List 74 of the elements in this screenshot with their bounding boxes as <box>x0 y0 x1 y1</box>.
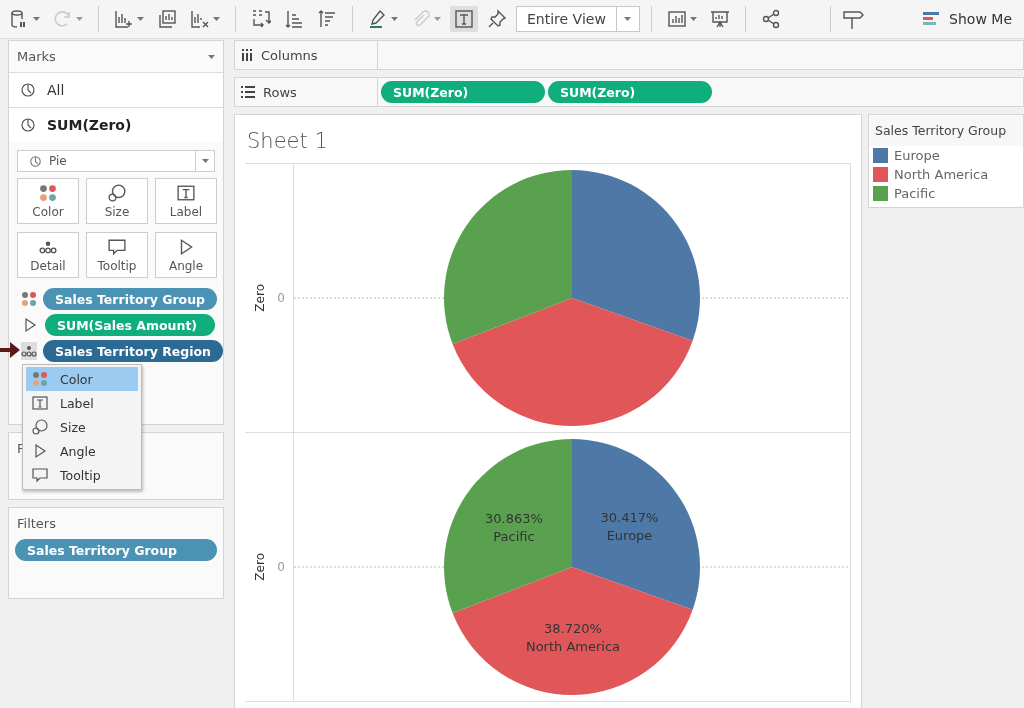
fit-dropdown[interactable]: Entire View <box>516 6 640 32</box>
sheet-title: Sheet 1 <box>246 128 329 155</box>
mark-property-button[interactable]: Tooltip <box>86 232 148 278</box>
chart-copy-icon[interactable] <box>157 9 177 29</box>
shelf-label: Rows <box>263 84 297 100</box>
slice-category-label: Pacific <box>493 529 535 545</box>
legend-label: Europe <box>894 148 940 163</box>
detail-dots-icon <box>21 343 37 359</box>
legend-label: Pacific <box>894 186 936 201</box>
mark-property-button[interactable]: Label <box>155 178 217 224</box>
caret-icon[interactable] <box>624 17 632 21</box>
mark-property-button[interactable]: Color <box>17 178 79 224</box>
color-dots-icon <box>21 291 37 307</box>
menu-item[interactable]: Tooltip <box>26 463 138 487</box>
triangle-outline-icon <box>32 443 48 459</box>
chart-icon[interactable] <box>666 9 687 29</box>
slice-category-label: North America <box>525 639 621 655</box>
shelf-icon-slot[interactable] <box>21 342 37 360</box>
color-dots-icon <box>32 371 48 387</box>
pin-icon[interactable] <box>487 9 507 29</box>
speech-bubble-icon <box>32 467 48 483</box>
signpost-icon[interactable] <box>841 8 864 30</box>
text-box-icon[interactable] <box>454 9 474 29</box>
axis-title: Zero <box>253 553 268 581</box>
sort-ascending-icon[interactable] <box>284 9 304 29</box>
mark-property-button[interactable]: Detail <box>17 232 79 278</box>
columns-icon <box>241 49 253 61</box>
legend-label: North America <box>894 167 989 182</box>
menu-item[interactable]: Angle <box>26 439 138 463</box>
mark-property-button[interactable]: Size <box>86 178 148 224</box>
marks-layer[interactable]: SUM(Zero) <box>9 107 223 142</box>
slice-value-label: 30.863% <box>485 511 543 527</box>
chart-plus-icon[interactable] <box>114 9 134 29</box>
field-pill[interactable]: Sales Territory Region <box>43 340 223 362</box>
legend-title: Sales Territory Group <box>869 115 1023 146</box>
presentation-icon[interactable] <box>709 9 730 29</box>
menu-item[interactable]: Size <box>26 415 138 439</box>
mark-property-button[interactable]: Angle <box>155 232 217 278</box>
shelf-icon-slot[interactable] <box>21 290 37 308</box>
card-title: Marks <box>17 49 56 64</box>
axis-tick-label: 0 <box>277 560 285 574</box>
caret-icon[interactable] <box>33 17 40 21</box>
bar-chart-icon <box>923 11 942 27</box>
marks-layer[interactable]: All <box>9 72 223 107</box>
caret-icon[interactable] <box>213 17 220 21</box>
slice-category-label: Europe <box>606 528 653 544</box>
size-circles-icon <box>32 419 48 435</box>
caret-icon[interactable] <box>689 17 697 21</box>
axis-tick-label: 0 <box>277 291 285 305</box>
sort-descending-icon[interactable] <box>317 9 337 29</box>
menu-item[interactable]: Label <box>26 391 138 415</box>
text-box-icon <box>32 395 48 411</box>
arrow-icon <box>0 341 20 359</box>
axis-title: Zero <box>253 284 268 312</box>
slice-value-label: 38.720% <box>544 621 602 637</box>
swap-icon[interactable] <box>251 9 271 29</box>
caret-icon[interactable] <box>201 159 209 163</box>
rows-icon <box>241 86 255 98</box>
menu-item[interactable]: Color <box>26 367 138 391</box>
mark-type-dropdown[interactable]: Pie <box>17 150 215 172</box>
card-title: Filters <box>17 516 56 531</box>
caret-icon[interactable] <box>137 17 144 21</box>
share-icon[interactable] <box>760 9 781 29</box>
show-me-button[interactable]: Show Me <box>917 9 1018 29</box>
chart-clear-icon[interactable] <box>190 9 210 29</box>
caret-icon[interactable] <box>391 17 398 21</box>
shelf-label: Columns <box>261 47 318 63</box>
speech-bubble-icon <box>108 237 126 256</box>
size-circles-icon <box>108 183 126 202</box>
slice-value-label: 30.417% <box>600 510 659 526</box>
color-dots-icon <box>39 183 57 202</box>
triangle-outline-icon <box>22 317 38 333</box>
text-box-icon <box>177 183 195 202</box>
caret-icon[interactable] <box>208 54 215 59</box>
